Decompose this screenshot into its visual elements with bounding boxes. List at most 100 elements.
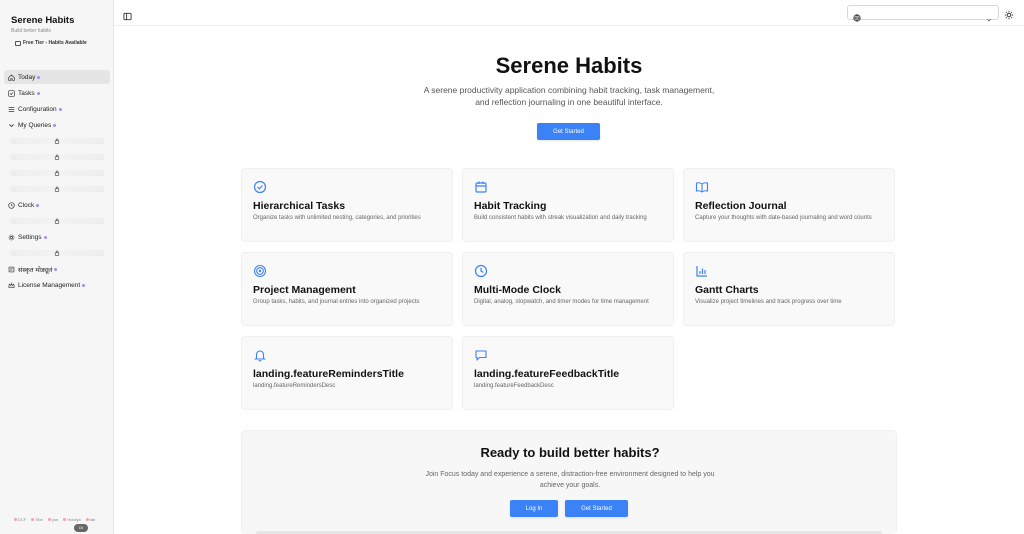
sidebar-item-label: Settings <box>18 233 42 241</box>
target-icon <box>253 264 267 278</box>
feature-card: Reflection Journal Capture your thoughts… <box>683 168 895 242</box>
main-content: Serene Habits A serene productivity appl… <box>114 27 1024 534</box>
feature-desc: Organize tasks with unlimited nesting, c… <box>253 215 421 221</box>
cta-title: Ready to build better habits? <box>480 445 660 460</box>
feature-card: Habit Tracking Build consistent habits w… <box>462 168 674 242</box>
sidebar-item-tasks[interactable]: Tasks <box>4 86 110 100</box>
tier-label: Free Tier - Habits Available <box>23 40 87 46</box>
top-bar <box>114 0 1024 26</box>
sidebar-item-label: License Management <box>18 281 81 289</box>
sidebar-item-label: संस्कृत मोड्यूलं <box>18 266 53 274</box>
book-open-icon <box>695 180 709 194</box>
check-square-icon <box>7 89 15 97</box>
crown-icon <box>7 281 15 289</box>
feature-desc: landing.featureRemindersDesc <box>253 383 336 389</box>
feature-desc: Group tasks, habits, and journal entries… <box>253 299 420 305</box>
globe-icon <box>853 9 861 27</box>
feature-desc: Build consistent habits with streak visu… <box>474 215 647 221</box>
cta-subtitle: Join Focus today and experience a serene… <box>425 471 715 489</box>
badge-dot <box>58 107 62 111</box>
chevron-down-icon <box>986 10 992 28</box>
home-icon <box>7 73 15 81</box>
locked-query-item[interactable] <box>4 134 110 148</box>
feature-desc: Digital, analog, stopwatch, and timer mo… <box>474 299 649 305</box>
tier-badge: Free Tier - Habits Available <box>15 40 87 46</box>
clock-icon <box>7 201 15 209</box>
locked-query-item[interactable] <box>4 182 110 196</box>
scroll-indicator[interactable]: 10 <box>74 524 88 532</box>
cta-get-started-button[interactable]: Get Started <box>565 500 628 517</box>
hero-subtitle: A serene productivity application combin… <box>423 85 715 107</box>
feature-title: Habit Tracking <box>474 200 547 212</box>
sidebar-item-sanskrit-module[interactable]: संस्कृत मोड्यूलं <box>4 262 110 276</box>
badge-dot <box>43 235 47 239</box>
language-chip[interactable]: DCF <box>14 517 26 522</box>
badge-dot <box>54 267 58 271</box>
sidebar-item-label: Tasks <box>18 89 35 97</box>
locked-query-item[interactable] <box>4 166 110 180</box>
list-icon <box>7 105 15 113</box>
sidebar-item-settings[interactable]: Settings <box>4 230 110 244</box>
sidebar-item-label: Configuration <box>18 105 57 113</box>
feature-desc: landing.featureFeedbackDesc <box>474 383 554 389</box>
lock-icon <box>54 250 60 256</box>
feature-card: Project Management Group tasks, habits, … <box>241 252 453 326</box>
lock-icon <box>54 138 60 144</box>
book-icon <box>7 265 15 273</box>
language-chip[interactable]: yue <box>48 517 58 522</box>
feature-card: landing.featureFeedbackTitle landing.fea… <box>462 336 674 410</box>
badge-dot <box>53 123 57 127</box>
check-circle-icon <box>253 180 267 194</box>
sidebar: Serene Habits Build better habits Free T… <box>0 0 114 534</box>
feature-title: Gantt Charts <box>695 284 759 296</box>
language-select[interactable] <box>847 5 999 22</box>
tier-icon <box>15 40 21 46</box>
feature-title: Reflection Journal <box>695 200 787 212</box>
sidebar-item-configuration[interactable]: Configuration <box>4 102 110 116</box>
chevron-down-icon <box>7 121 15 129</box>
lock-icon <box>54 170 60 176</box>
feature-card: Hierarchical Tasks Organize tasks with u… <box>241 168 453 242</box>
badge-dot <box>36 203 40 207</box>
feature-title: Hierarchical Tasks <box>253 200 346 212</box>
lock-icon <box>54 218 60 224</box>
feature-desc: Visualize project timelines and track pr… <box>695 299 842 305</box>
sidebar-item-label: Clock <box>18 201 35 209</box>
app-title: Serene Habits <box>11 15 75 26</box>
locked-query-item[interactable] <box>4 150 110 164</box>
cta-section: Ready to build better habits? Join Focus… <box>241 430 897 534</box>
get-started-button[interactable]: Get Started <box>537 123 600 140</box>
hero-title: Serene Habits <box>495 53 643 78</box>
feature-desc: Capture your thoughts with date-based jo… <box>695 215 872 221</box>
gear-icon <box>7 233 15 241</box>
lock-icon <box>54 154 60 160</box>
sidebar-item-today[interactable]: Today <box>4 70 110 84</box>
sidebar-item-label: Today <box>18 73 36 81</box>
feature-card: Multi-Mode Clock Digital, analog, stopwa… <box>462 252 674 326</box>
language-chip[interactable]: Holoiya <box>63 517 80 522</box>
language-chip[interactable]: Tibe <box>31 517 43 522</box>
badge-dot <box>37 75 41 79</box>
sidebar-nav: Today Tasks Configuration My Queries Clo… <box>4 70 110 294</box>
bell-icon <box>253 348 267 362</box>
sidebar-toggle-icon[interactable] <box>123 8 132 21</box>
calendar-icon <box>474 180 488 194</box>
sidebar-item-license-management[interactable]: License Management <box>4 278 110 292</box>
feature-title: landing.featureRemindersTitle <box>253 368 404 380</box>
sidebar-item-clock[interactable]: Clock <box>4 198 110 212</box>
feature-title: Multi-Mode Clock <box>474 284 561 296</box>
language-list: DCF Tibe yue Holoiya tab <box>14 517 95 522</box>
sidebar-item-my-queries[interactable]: My Queries <box>4 118 110 132</box>
badge-dot <box>36 91 40 95</box>
locked-clock-item[interactable] <box>4 214 110 228</box>
clock-icon <box>474 264 488 278</box>
feature-card: Gantt Charts Visualize project timelines… <box>683 252 895 326</box>
bar-chart-icon <box>695 264 709 278</box>
language-chip[interactable]: tab <box>86 517 96 522</box>
log-in-button[interactable]: Log In <box>510 500 558 517</box>
sidebar-item-label: My Queries <box>18 121 52 129</box>
sun-icon[interactable] <box>1004 7 1015 20</box>
feature-title: landing.featureFeedbackTitle <box>474 368 620 380</box>
feature-card: landing.featureRemindersTitle landing.fe… <box>241 336 453 410</box>
locked-settings-item[interactable] <box>4 246 110 260</box>
